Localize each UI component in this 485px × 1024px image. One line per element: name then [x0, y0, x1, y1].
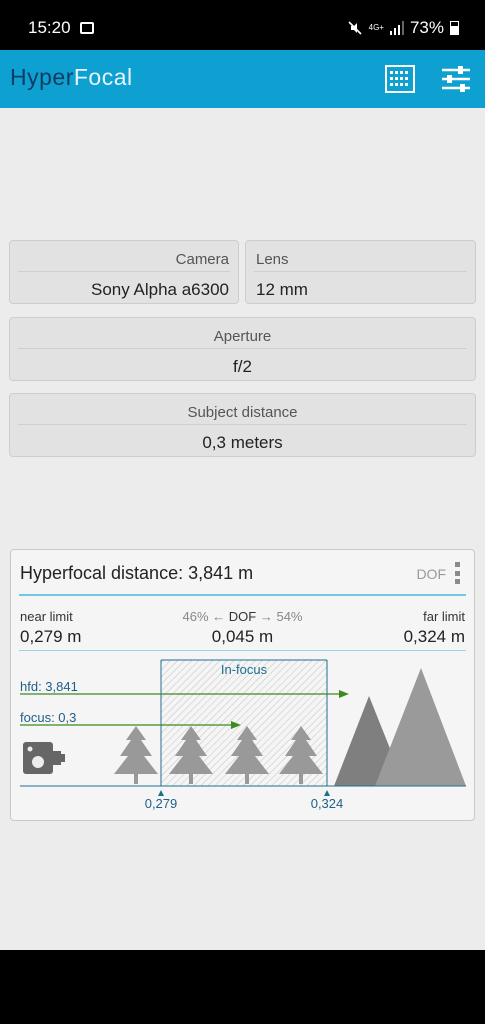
camera-label: Camera [175, 251, 229, 268]
dof-menu-label[interactable]: DOF [416, 566, 446, 582]
lens-card[interactable]: Lens 12 mm [245, 240, 476, 304]
app-logo: HyperFocal [10, 64, 133, 91]
focus-label: focus: 0,3 [20, 710, 76, 725]
grid-calendar-icon[interactable] [384, 64, 416, 94]
in-focus-label: In-focus [221, 662, 268, 677]
status-indicators: 4G+ 73% [347, 18, 459, 38]
near-tick-label: 0,279 [145, 796, 178, 811]
dof-word: DOF [228, 609, 257, 624]
battery-icon [450, 21, 459, 35]
far-limit-value: 0,324 m [403, 627, 465, 646]
logo-text-focal: Focal [73, 64, 133, 90]
dof-diagram: In-focus hfd: 3,841 focus: 0,3 0,279 0,3… [20, 659, 466, 811]
subject-distance-label: Subject distance [187, 404, 298, 421]
lens-value: 12 mm [256, 280, 308, 299]
camera-card[interactable]: Camera Sony Alpha a6300 [9, 240, 239, 304]
main-content: Camera Sony Alpha a6300 Lens 12 mm Apert… [0, 108, 485, 950]
hfd-arrow-head [339, 690, 349, 698]
dof-summary: 46% ← DOF → 54% [11, 609, 474, 624]
subject-distance-value: 0,3 meters [202, 433, 283, 452]
divider [18, 348, 467, 349]
hyperfocal-result-panel: Hyperfocal distance: 3,841 m DOF near li… [10, 549, 475, 821]
divider [19, 650, 466, 651]
logo-text-hyper: Hyper [10, 64, 74, 90]
overflow-menu-icon[interactable] [455, 562, 461, 584]
left-arrow-icon: ← [212, 609, 226, 624]
hfd-label: hfd: 3,841 [20, 679, 78, 694]
far-limit-label: far limit [423, 609, 465, 624]
signal-icon [389, 21, 404, 35]
aperture-label: Aperture [213, 328, 272, 345]
aperture-value: f/2 [233, 357, 252, 376]
mountain-large-icon [375, 668, 466, 786]
network-type: 4G+ [368, 23, 384, 32]
camera-icon [23, 742, 65, 774]
app-bar: HyperFocal [0, 50, 485, 108]
dof-right-percent: 54% [276, 609, 303, 624]
lens-label: Lens [256, 251, 289, 268]
hyperfocal-title: Hyperfocal distance: 3,841 m [20, 563, 254, 583]
divider [254, 271, 467, 272]
status-bar: 15:20 4G+ 73% [0, 0, 485, 50]
tree-icon [114, 726, 158, 784]
sliders-icon[interactable] [440, 64, 472, 94]
divider [18, 271, 230, 272]
divider [18, 424, 467, 425]
aperture-card[interactable]: Aperture f/2 [9, 317, 476, 381]
battery-percent: 73% [409, 18, 444, 37]
subject-distance-card[interactable]: Subject distance 0,3 meters [9, 393, 476, 457]
far-tick-label: 0,324 [311, 796, 344, 811]
dof-left-percent: 46% [182, 609, 209, 624]
status-time: 15:20 [28, 18, 71, 37]
right-arrow-icon: → [259, 609, 273, 624]
divider [19, 594, 466, 596]
gallery-notification-icon [80, 22, 94, 34]
mute-icon [348, 21, 362, 35]
system-nav-bar [0, 950, 485, 1024]
camera-value: Sony Alpha a6300 [90, 280, 229, 299]
